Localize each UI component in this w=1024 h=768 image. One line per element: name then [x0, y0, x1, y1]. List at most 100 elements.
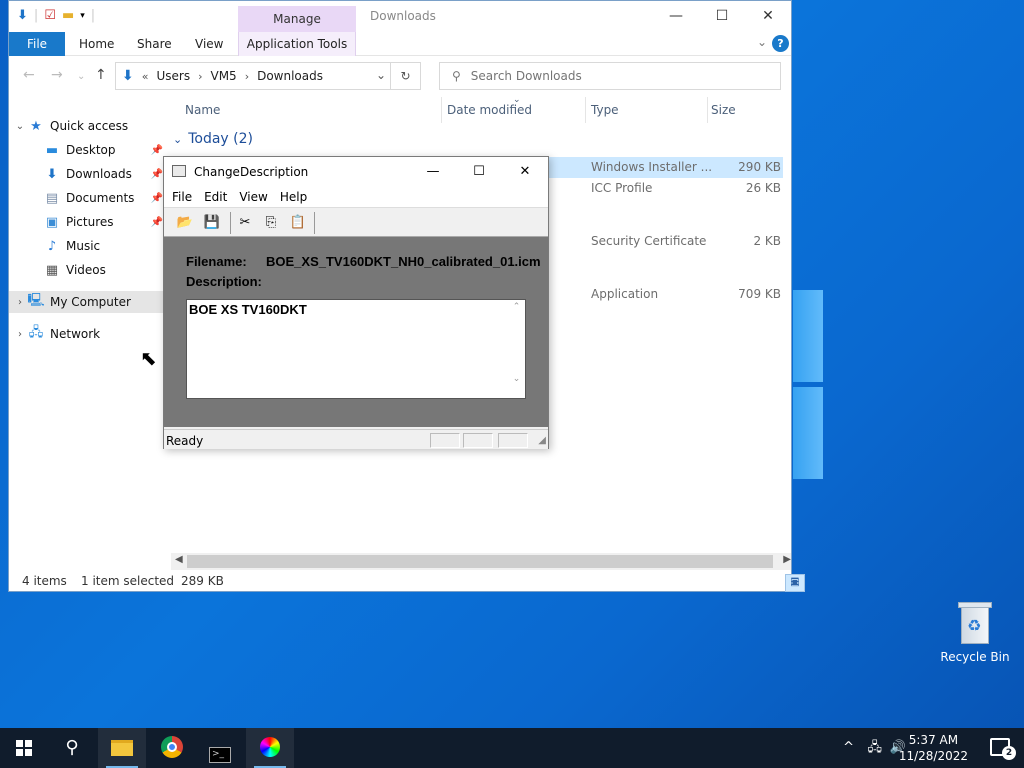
- star-icon: ★: [30, 118, 42, 134]
- pictures-icon: ▣: [45, 214, 59, 230]
- save-icon[interactable]: 💾: [201, 213, 223, 233]
- downloads-folder-icon: ⬇: [122, 68, 134, 84]
- column-type[interactable]: Type: [591, 103, 619, 117]
- color-tool-taskbar-button[interactable]: [246, 728, 294, 768]
- window-title: Downloads: [370, 9, 436, 23]
- collapse-chevron-icon: ⌄: [173, 133, 183, 146]
- paste-icon[interactable]: 📋: [287, 213, 309, 233]
- copy-icon[interactable]: ⎘: [260, 213, 282, 233]
- pin-icon: 📌: [150, 144, 163, 156]
- up-arrow-icon[interactable]: ↑: [95, 67, 107, 83]
- file-explorer-taskbar-button[interactable]: [98, 728, 146, 768]
- downloads-icon: ⬇: [46, 166, 58, 182]
- nav-my-computer[interactable]: › 🖳 My Computer: [9, 291, 167, 313]
- description-label: Description:: [186, 274, 262, 289]
- address-dropdown-icon[interactable]: ⌄: [376, 68, 386, 82]
- notification-center-icon[interactable]: 2: [990, 738, 1016, 760]
- menu-help[interactable]: Help: [280, 187, 307, 207]
- explorer-status-bar: 4 items 1 item selected 289 KB ☰ ▣: [9, 571, 805, 592]
- tab-share[interactable]: Share: [131, 32, 178, 56]
- download-arrow-icon[interactable]: ⬇: [17, 8, 28, 23]
- help-icon[interactable]: ?: [772, 35, 789, 52]
- quick-access-toolbar: ⬇ | ☑ ▬ ▾ |: [17, 8, 96, 23]
- manage-contextual-tab[interactable]: Manage: [238, 6, 356, 32]
- pin-icon: 📌: [150, 192, 163, 204]
- filename-label: Filename:: [186, 254, 247, 269]
- nav-network[interactable]: › 🖧 Network: [9, 323, 167, 345]
- ribbon-expand-chevron-icon[interactable]: ⌄: [757, 35, 767, 49]
- maximize-button[interactable]: ☐: [699, 1, 745, 32]
- terminal-taskbar-button[interactable]: >_: [196, 728, 244, 768]
- recycle-bin-shortcut[interactable]: ♻ Recycle Bin: [938, 600, 1012, 664]
- scroll-right-icon[interactable]: ▶: [783, 554, 791, 565]
- selection-size: 289 KB: [181, 574, 224, 588]
- app-window-icon: [172, 165, 186, 177]
- tab-application-tools[interactable]: Application Tools: [238, 32, 356, 56]
- cut-icon[interactable]: ✂: [234, 213, 256, 233]
- dialog-close-button[interactable]: ✕: [502, 157, 548, 187]
- group-header-today[interactable]: ⌄ Today (2): [173, 131, 253, 147]
- menu-edit[interactable]: Edit: [204, 187, 227, 207]
- clock[interactable]: 5:37 AM 11/28/2022: [899, 732, 968, 764]
- scroll-left-icon[interactable]: ◀: [175, 554, 183, 565]
- nav-pictures[interactable]: ▣ Pictures 📌: [9, 211, 167, 233]
- chrome-icon: [161, 736, 183, 758]
- selection-count: 1 item selected: [81, 574, 175, 588]
- menu-file[interactable]: File: [172, 187, 192, 207]
- address-bar[interactable]: ⬇ « Users › VM5 › Downloads ⌄ ↻: [115, 62, 421, 90]
- network-icon: 🖧: [28, 325, 44, 340]
- breadcrumb-downloads[interactable]: Downloads: [257, 69, 323, 83]
- recycle-bin-icon: ♻: [958, 602, 992, 644]
- qat-dropdown-icon[interactable]: ▾: [80, 11, 85, 21]
- open-folder-icon[interactable]: 📂: [174, 213, 196, 233]
- tab-view[interactable]: View: [189, 32, 229, 56]
- dialog-body: Filename: BOE_XS_TV160DKT_NH0_calibrated…: [164, 237, 548, 427]
- minimize-button[interactable]: —: [653, 1, 699, 32]
- search-input[interactable]: [470, 69, 751, 83]
- nav-videos[interactable]: ▦ Videos: [9, 259, 167, 281]
- documents-icon: ▤: [45, 190, 59, 206]
- forward-arrow-icon[interactable]: →: [51, 67, 63, 83]
- back-arrow-icon[interactable]: ←: [23, 67, 35, 83]
- sort-chevron-icon: ⌄: [513, 95, 521, 105]
- properties-icon[interactable]: ☑: [44, 8, 56, 23]
- recent-locations-chevron-icon[interactable]: ⌄: [77, 71, 85, 82]
- nav-quick-access[interactable]: ⌄ ★ Quick access: [9, 115, 167, 137]
- nav-music[interactable]: ♪ Music: [9, 235, 167, 257]
- start-button[interactable]: [0, 728, 48, 768]
- windows-start-icon: [16, 740, 32, 756]
- videos-icon: ▦: [45, 262, 59, 278]
- column-size[interactable]: Size: [711, 103, 736, 117]
- dialog-title: ChangeDescription: [194, 165, 309, 179]
- tab-file[interactable]: File: [9, 32, 65, 56]
- column-name[interactable]: Name: [185, 103, 220, 117]
- scroll-thumb[interactable]: [187, 555, 773, 568]
- description-textarea[interactable]: BOE XS TV160DKT: [186, 299, 526, 399]
- nav-documents[interactable]: ▤ Documents 📌: [9, 187, 167, 209]
- tray-chevron-icon[interactable]: ^: [843, 728, 854, 768]
- change-description-dialog: ChangeDescription — ☐ ✕ File Edit View H…: [163, 156, 549, 449]
- nav-downloads[interactable]: ⬇ Downloads 📌: [9, 163, 167, 185]
- dialog-status-text: Ready: [166, 434, 204, 448]
- large-icons-view-icon[interactable]: ▣: [785, 574, 805, 592]
- refresh-icon[interactable]: ↻: [390, 63, 420, 89]
- search-taskbar-button[interactable]: ⚲: [48, 728, 96, 768]
- notification-count: 2: [1002, 746, 1016, 760]
- menu-view[interactable]: View: [239, 187, 267, 207]
- dialog-maximize-button[interactable]: ☐: [456, 157, 502, 187]
- nav-desktop[interactable]: ▬ Desktop 📌: [9, 139, 167, 161]
- tab-home[interactable]: Home: [73, 32, 120, 56]
- horizontal-scrollbar[interactable]: ◀ ▶: [171, 553, 791, 570]
- close-button[interactable]: ✕: [745, 1, 791, 32]
- chrome-taskbar-button[interactable]: [148, 728, 196, 768]
- breadcrumb-users[interactable]: Users: [156, 69, 190, 83]
- network-tray-icon[interactable]: 🖧: [868, 728, 883, 768]
- search-box[interactable]: ⚲: [439, 62, 781, 90]
- textarea-scrollbar[interactable]: ⌃ ⌄: [508, 300, 525, 398]
- dialog-minimize-button[interactable]: —: [410, 157, 456, 187]
- resize-grip-icon[interactable]: ◢: [538, 435, 546, 446]
- dialog-toolbar: 📂 💾 ✂ ⎘ 📋: [164, 207, 548, 237]
- column-date-modified[interactable]: Date modified: [447, 103, 532, 117]
- new-folder-icon[interactable]: ▬: [62, 8, 74, 23]
- breadcrumb-vm5[interactable]: VM5: [210, 69, 236, 83]
